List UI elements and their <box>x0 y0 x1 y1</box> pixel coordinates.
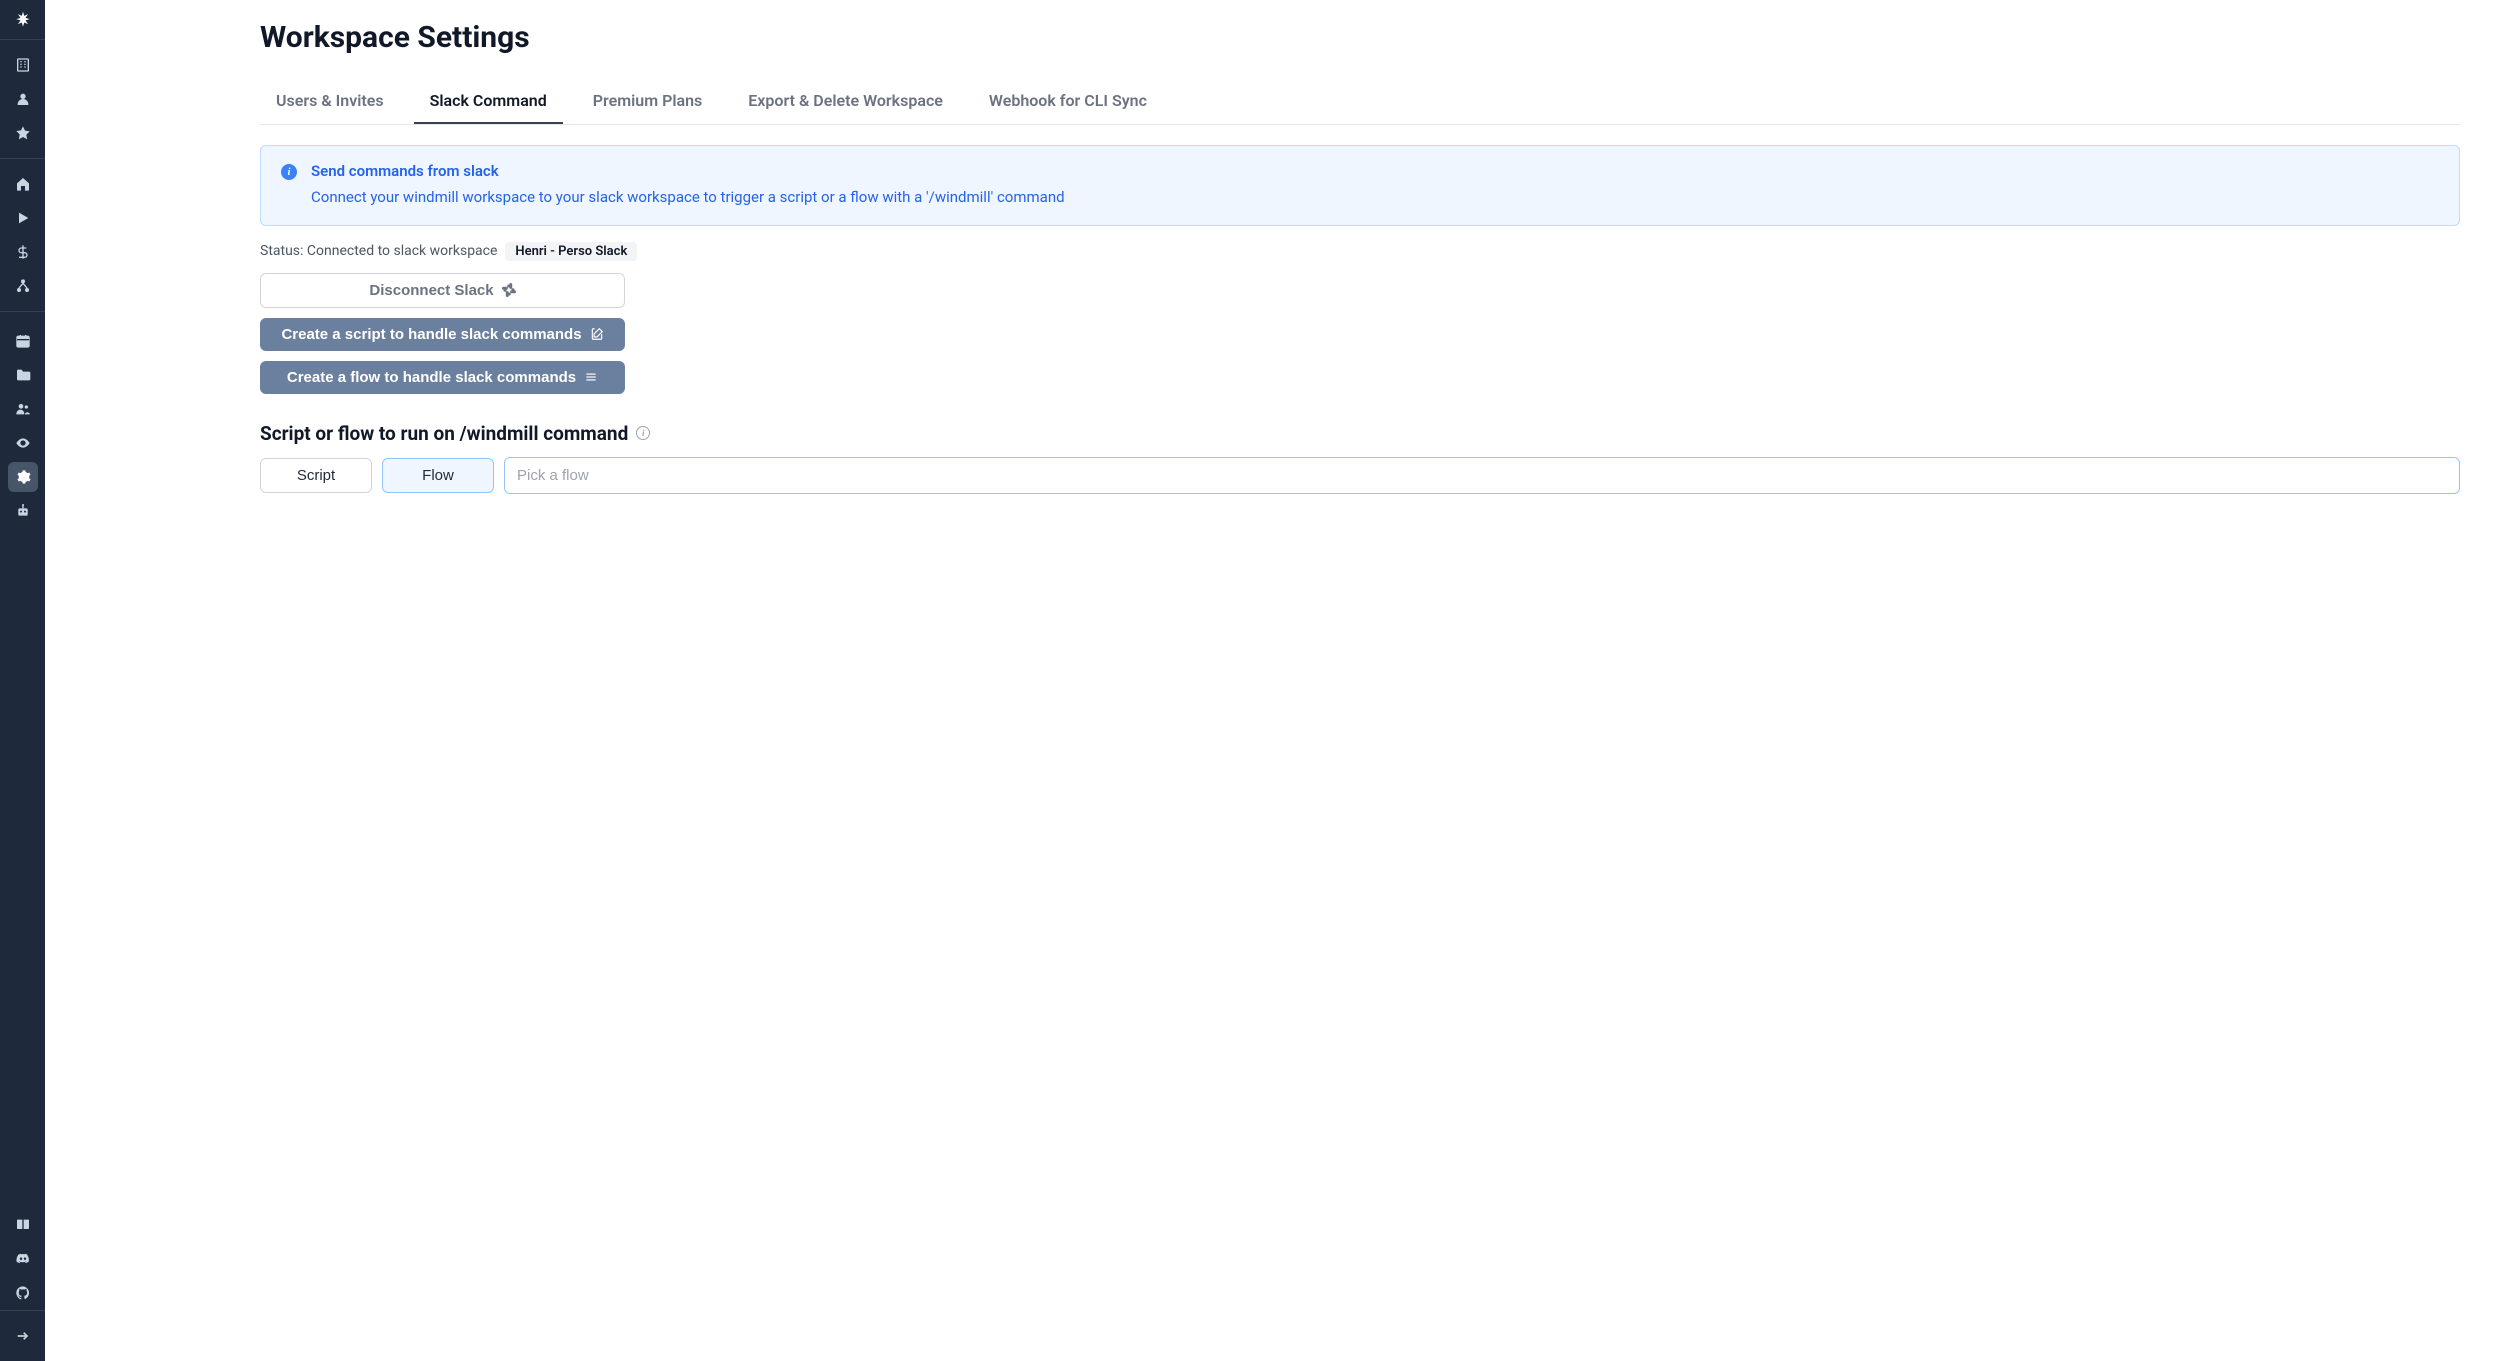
sidebar <box>0 0 45 1361</box>
star-icon[interactable] <box>8 118 38 148</box>
disconnect-label: Disconnect Slack <box>369 282 493 299</box>
create-script-button[interactable]: Create a script to handle slack commands <box>260 318 625 351</box>
discord-icon[interactable] <box>8 1244 38 1274</box>
section-header-text: Script or flow to run on /windmill comma… <box>260 422 628 445</box>
info-content: Send commands from slack Connect your wi… <box>311 162 1065 209</box>
robot-icon[interactable] <box>8 496 38 526</box>
action-buttons: Disconnect Slack Create a script to hand… <box>260 273 2460 394</box>
flow-picker-input[interactable] <box>504 457 2460 494</box>
tab-users-invites[interactable]: Users & Invites <box>260 79 400 124</box>
folder-icon[interactable] <box>8 360 38 390</box>
selector-row: Script Flow <box>260 457 2460 494</box>
disconnect-slack-button[interactable]: Disconnect Slack <box>260 273 625 308</box>
sidebar-section-main <box>0 159 45 312</box>
tab-export-delete[interactable]: Export & Delete Workspace <box>732 79 959 124</box>
sidebar-section-bottom <box>0 1208 45 1361</box>
script-icon <box>590 327 604 341</box>
flow-icon <box>584 370 598 384</box>
page-title: Workspace Settings <box>260 20 2460 55</box>
create-flow-button[interactable]: Create a flow to handle slack commands <box>260 361 625 394</box>
dollar-icon[interactable] <box>8 237 38 267</box>
create-flow-label: Create a flow to handle slack commands <box>287 369 576 386</box>
create-script-label: Create a script to handle slack commands <box>281 326 581 343</box>
status-prefix: Status: Connected to slack workspace <box>260 243 497 259</box>
home-icon[interactable] <box>8 169 38 199</box>
gear-icon[interactable] <box>8 462 38 492</box>
slack-icon <box>502 283 516 297</box>
sidebar-section-tools <box>0 312 45 1208</box>
network-icon[interactable] <box>8 271 38 301</box>
info-banner: i Send commands from slack Connect your … <box>260 145 2460 226</box>
eye-icon[interactable] <box>8 428 38 458</box>
status-row: Status: Connected to slack workspace Hen… <box>260 242 2460 261</box>
user-icon[interactable] <box>8 84 38 114</box>
toggle-flow-button[interactable]: Flow <box>382 458 494 493</box>
main-content: Workspace Settings Users & Invites Slack… <box>45 0 2500 1361</box>
users-icon[interactable] <box>8 394 38 424</box>
toggle-script-button[interactable]: Script <box>260 458 372 493</box>
calendar-icon[interactable] <box>8 326 38 356</box>
section-header: Script or flow to run on /windmill comma… <box>260 422 2460 445</box>
github-icon[interactable] <box>8 1278 38 1308</box>
info-icon: i <box>281 164 297 180</box>
tab-premium-plans[interactable]: Premium Plans <box>577 79 719 124</box>
play-icon[interactable] <box>8 203 38 233</box>
status-badge: Henri - Perso Slack <box>505 242 637 261</box>
tab-slack-command[interactable]: Slack Command <box>414 79 563 124</box>
building-icon[interactable] <box>8 50 38 80</box>
info-description: Connect your windmill workspace to your … <box>311 186 1065 209</box>
tooltip-icon[interactable]: i <box>636 426 650 440</box>
logo-icon[interactable] <box>0 0 45 40</box>
arrow-right-icon[interactable] <box>8 1321 38 1351</box>
info-title: Send commands from slack <box>311 162 1065 180</box>
tab-webhook-cli[interactable]: Webhook for CLI Sync <box>973 79 1163 124</box>
sidebar-section-top <box>0 40 45 159</box>
tabs-bar: Users & Invites Slack Command Premium Pl… <box>260 79 2460 125</box>
book-icon[interactable] <box>8 1210 38 1240</box>
